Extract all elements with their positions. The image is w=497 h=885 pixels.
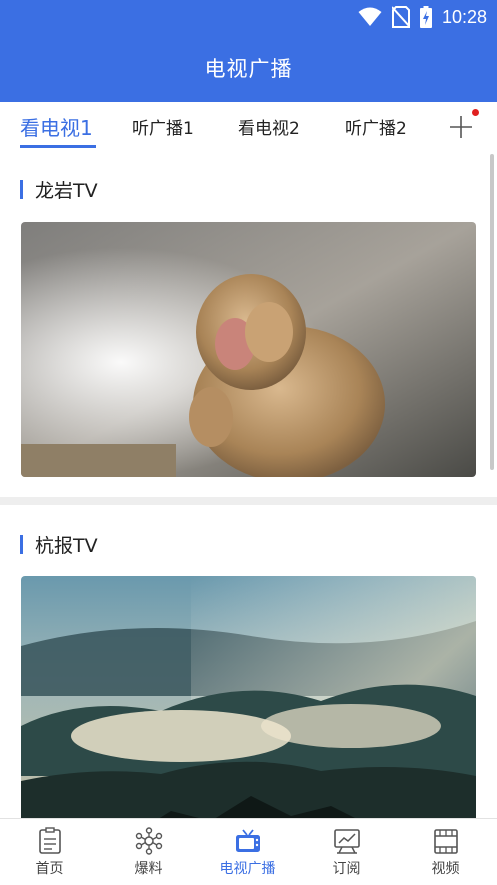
tab-listen-radio-1[interactable]: 听广播1 [132,114,194,139]
nav-label: 首页 [35,861,64,877]
tv-icon [235,829,260,852]
chart-board-icon [333,829,360,854]
nav-subscribe[interactable]: 订阅 [297,819,396,885]
channel-thumbnail[interactable] [21,576,476,818]
wifi-icon [358,7,382,26]
status-bar: 10:28 [0,0,497,34]
notification-dot [472,109,479,116]
nav-label: 爆料 [134,861,163,877]
page-title: 电视广播 [204,57,293,81]
no-sim-icon [391,6,410,28]
section-header: 杭报TV [20,531,98,558]
active-tab-indicator [20,145,96,148]
section-header: 龙岩TV [20,176,98,203]
section-title: 杭报TV [35,535,98,557]
nav-label: 订阅 [332,861,361,877]
nav-tips[interactable]: 爆料 [99,819,198,885]
channel-list: 龙岩TV 杭报TV [0,152,497,818]
nav-video[interactable]: 视频 [396,819,495,885]
tab-watch-tv-2[interactable]: 看电视2 [238,114,300,139]
status-icons: 10:28 [358,6,487,28]
scrollbar[interactable] [490,154,494,470]
section-marker [20,535,23,554]
add-channel-icon[interactable] [447,110,475,142]
nav-tv-radio[interactable]: 电视广播 [198,819,297,885]
nav-label: 电视广播 [219,861,276,877]
section-divider [0,497,497,505]
nav-label: 视频 [431,861,460,877]
tab-watch-tv-1[interactable]: 看电视1 [20,112,93,141]
tab-listen-radio-2[interactable]: 听广播2 [345,114,407,139]
status-time: 10:28 [441,6,487,27]
clipboard-icon [38,827,61,854]
section-title: 龙岩TV [35,180,98,202]
section-marker [20,180,23,199]
film-strip-icon [433,829,458,854]
battery-charging-icon [419,6,432,28]
share-network-icon [135,827,162,855]
nav-home[interactable]: 首页 [0,819,99,885]
forest-mist-photo [21,576,476,818]
monkey-photo [21,222,476,477]
app-bar: 电视广播 [0,34,497,102]
channel-thumbnail[interactable] [21,222,476,477]
bottom-nav: 首页 爆料 电视广播 订阅 视频 [0,818,497,885]
